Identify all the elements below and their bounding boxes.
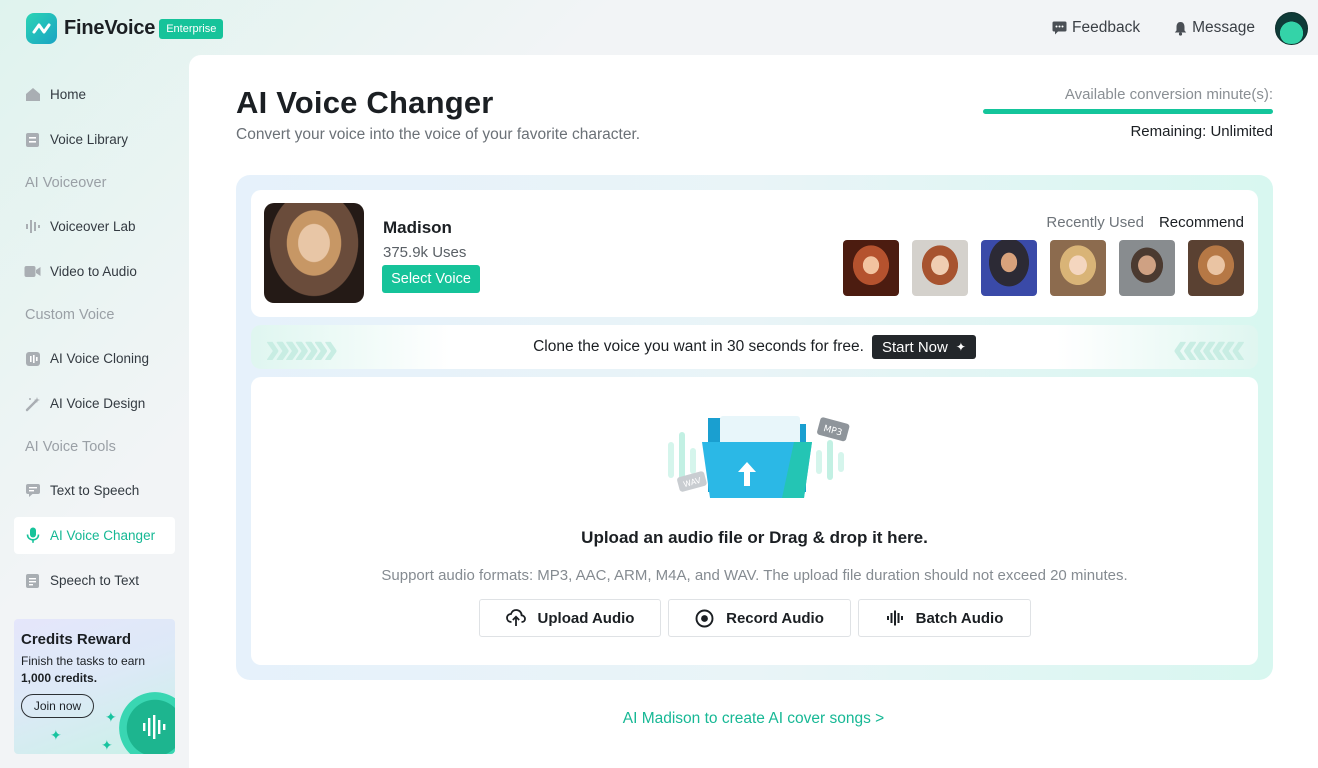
select-voice-button[interactable]: Select Voice (382, 265, 480, 293)
user-avatar[interactable] (1275, 11, 1308, 45)
record-audio-button[interactable]: Record Audio (668, 599, 851, 637)
voice-uses: 375.9k Uses (383, 244, 467, 261)
chevron-decoration-icon: «««««« (1172, 325, 1246, 369)
feedback-link[interactable]: Feedback (1052, 19, 1140, 37)
waveform-icon (886, 610, 903, 626)
sidebar-item-speech-to-text[interactable]: Speech to Text (14, 562, 175, 599)
waveform-icon (24, 218, 41, 235)
voice-changer-workspace: Madison 375.9k Uses Select Voice Recentl… (236, 175, 1273, 680)
tab-recently-used[interactable]: Recently Used (1046, 214, 1144, 231)
sidebar-item-label: AI Voice Design (50, 396, 146, 411)
sidebar-item-label: Video to Audio (50, 264, 137, 279)
page-subtitle: Convert your voice into the voice of you… (236, 126, 641, 143)
voice-thumbnail[interactable] (1188, 240, 1244, 296)
quota-progress-bar (983, 109, 1273, 114)
brand-logo[interactable]: FineVoice Enterprise (26, 13, 224, 44)
upload-description: Support audio formats: MP3, AAC, ARM, M4… (381, 567, 1128, 584)
voice-thumbnail[interactable] (912, 240, 968, 296)
sparkle-icon: ✦ (50, 727, 62, 743)
enterprise-badge: Enterprise (159, 18, 224, 39)
conversion-quota: Available conversion minute(s): Remainin… (983, 86, 1273, 140)
feedback-label: Feedback (1072, 19, 1141, 36)
chat-icon (24, 482, 41, 499)
voice-name: Madison (383, 218, 452, 237)
reward-title: Credits Reward (21, 631, 132, 648)
ai-cover-songs-link[interactable]: AI Madison to create AI cover songs > (189, 710, 1318, 728)
sidebar-item-label: Home (50, 87, 87, 102)
tab-recommend[interactable]: Recommend (1159, 214, 1244, 231)
voice-thumbnail[interactable] (1119, 240, 1175, 296)
batch-audio-button[interactable]: Batch Audio (858, 599, 1031, 637)
brand-name: FineVoice (64, 17, 156, 39)
selected-voice-card: Madison 375.9k Uses Select Voice Recentl… (251, 190, 1258, 317)
document-icon (24, 572, 41, 589)
message-link[interactable]: Message (1174, 19, 1255, 37)
video-icon (24, 263, 41, 280)
upload-audio-button[interactable]: Upload Audio (479, 599, 661, 637)
main-panel: AI Voice Changer Convert your voice into… (189, 55, 1318, 768)
credits-reward-card: Credits Reward Finish the tasks to earn … (14, 619, 175, 754)
reward-description: Finish the tasks to earn 1,000 credits. (21, 654, 146, 685)
sidebar-item-label: Text to Speech (50, 483, 140, 498)
voice-tabs: Recently Used Recommend (1031, 214, 1244, 231)
upload-title: Upload an audio file or Drag & drop it h… (581, 528, 928, 547)
sidebar-item-label: Speech to Text (50, 573, 140, 588)
sidebar-item-text-to-speech[interactable]: Text to Speech (14, 472, 175, 509)
quota-remaining: Remaining: Unlimited (1130, 123, 1273, 140)
upload-folder-icon: MP3 WAV (668, 416, 850, 498)
clone-voice-banner: »»»»»» «««««« Clone the voice you want i… (251, 325, 1258, 369)
upload-audio-label: Upload Audio (537, 609, 635, 627)
sparkle-icon: ✦ (101, 737, 113, 753)
voice-thumbnail[interactable] (843, 240, 899, 296)
clone-banner-text: Clone the voice you want in 30 seconds f… (533, 338, 864, 355)
audio-orb-icon (119, 692, 175, 754)
record-icon (695, 609, 714, 627)
section-ai-voice-tools: AI Voice Tools (25, 439, 116, 455)
sidebar-item-label: AI Voice Changer (50, 528, 156, 543)
sidebar-item-ai-voice-design[interactable]: AI Voice Design (14, 385, 175, 422)
upload-actions: Upload Audio Record Audio Batch Audio (479, 599, 1038, 637)
record-audio-label: Record Audio (726, 609, 824, 627)
section-custom-voice: Custom Voice (25, 307, 115, 323)
microphone-icon (24, 527, 41, 544)
sparkle-icon: ✦ (955, 340, 966, 354)
sidebar-item-label: Voice Library (50, 132, 129, 147)
join-now-button[interactable]: Join now (21, 694, 94, 718)
voice-thumbnail[interactable] (1050, 240, 1106, 296)
sidebar-item-video-to-audio[interactable]: Video to Audio (14, 253, 175, 290)
finevoice-logo-icon (26, 13, 57, 44)
sidebar: Home Voice Library AI Voiceover Voiceove… (0, 55, 189, 768)
start-now-button[interactable]: Start Now ✦ (871, 335, 976, 359)
upload-dropzone[interactable]: MP3 WAV Upload an audio file or Drag & d… (251, 377, 1258, 665)
page-title: AI Voice Changer (236, 85, 494, 120)
home-icon (24, 86, 41, 103)
sidebar-item-home[interactable]: Home (14, 76, 175, 113)
sparkle-icon: ✦ (105, 709, 117, 725)
cloud-upload-icon (505, 609, 526, 626)
recommended-voices (830, 240, 1244, 296)
sidebar-item-voiceover-lab[interactable]: Voiceover Lab (14, 208, 175, 245)
section-ai-voiceover: AI Voiceover (25, 175, 107, 191)
sidebar-item-ai-voice-cloning[interactable]: AI Voice Cloning (14, 340, 175, 377)
top-bar: FineVoice Enterprise Feedback Message (0, 0, 1318, 55)
clone-icon (24, 350, 41, 367)
sidebar-item-label: Voiceover Lab (50, 219, 136, 234)
library-icon (24, 131, 41, 148)
sidebar-item-label: AI Voice Cloning (50, 351, 150, 366)
bell-icon (1174, 21, 1187, 36)
quota-label: Available conversion minute(s): (1064, 86, 1273, 103)
chevron-decoration-icon: »»»»»» (265, 325, 338, 369)
sidebar-item-voice-library[interactable]: Voice Library (14, 121, 175, 158)
sidebar-item-ai-voice-changer[interactable]: AI Voice Changer (14, 517, 175, 554)
voice-thumbnail[interactable] (981, 240, 1037, 296)
magic-wand-icon (24, 395, 41, 412)
message-label: Message (1192, 19, 1255, 36)
voice-portrait (264, 203, 364, 303)
batch-audio-label: Batch Audio (915, 609, 1004, 627)
feedback-icon (1052, 21, 1067, 35)
